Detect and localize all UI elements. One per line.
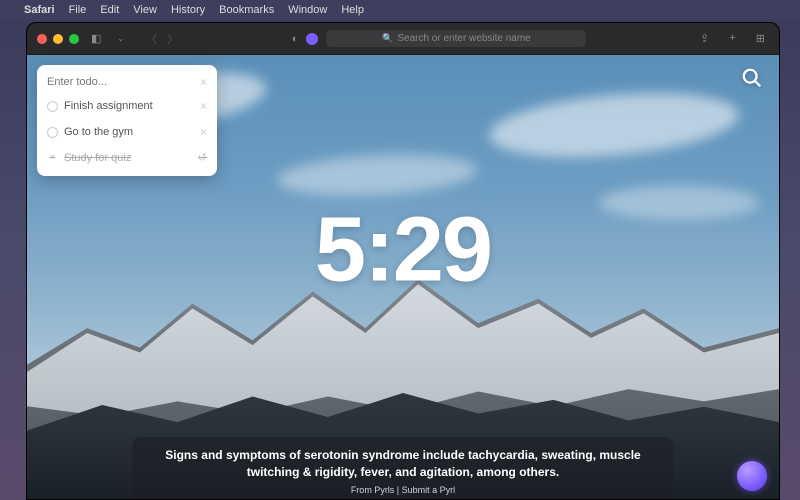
menubar-history[interactable]: History xyxy=(171,4,205,16)
address-bar[interactable]: 🔍 Search or enter website name xyxy=(326,30,586,47)
todo-checkbox-icon[interactable] xyxy=(47,101,58,112)
address-placeholder: Search or enter website name xyxy=(397,33,530,44)
todo-checkbox-icon[interactable] xyxy=(47,127,58,138)
clock-display: 5:29 xyxy=(315,198,491,303)
cloud-decoration xyxy=(487,84,741,166)
new-tab-icon[interactable]: + xyxy=(725,32,739,45)
maximize-window-button[interactable] xyxy=(69,34,79,44)
menubar-help[interactable]: Help xyxy=(341,4,364,16)
menubar-app-name[interactable]: Safari xyxy=(24,4,55,16)
forward-icon[interactable]: 〉 xyxy=(163,31,182,47)
menubar-file[interactable]: File xyxy=(69,4,87,16)
fact-panel: Signs and symptoms of serotonin syndrome… xyxy=(132,437,673,499)
chevron-down-icon[interactable]: ⌄ xyxy=(113,34,128,43)
extension-indicator-icon[interactable] xyxy=(306,33,318,45)
fact-source[interactable]: From Pyrls | Submit a Pyrl xyxy=(152,485,653,495)
menubar-edit[interactable]: Edit xyxy=(100,4,119,16)
search-icon: 🔍 xyxy=(382,33,393,44)
close-window-button[interactable] xyxy=(37,34,47,44)
todo-remove-icon[interactable]: × xyxy=(200,125,207,139)
macos-menubar: Safari File Edit View History Bookmarks … xyxy=(0,0,800,20)
cloud-decoration xyxy=(599,185,759,220)
fact-text: Signs and symptoms of serotonin syndrome… xyxy=(152,447,653,481)
privacy-shield-icon[interactable]: ◐ xyxy=(292,33,299,45)
undo-icon[interactable]: ↺ xyxy=(198,151,207,164)
safari-window: ◧ ⌄ 〈 〉 ◐ 🔍 Search or enter website name… xyxy=(26,22,780,500)
tabs-overview-icon[interactable]: ⊞ xyxy=(752,32,769,45)
todo-remove-icon[interactable]: × xyxy=(200,99,207,113)
search-icon xyxy=(741,67,763,89)
todo-item[interactable]: Finish assignment × xyxy=(37,93,217,119)
minimize-window-button[interactable] xyxy=(53,34,63,44)
menubar-bookmarks[interactable]: Bookmarks xyxy=(219,4,274,16)
sidebar-icon[interactable]: ◧ xyxy=(87,32,105,45)
todo-widget: × Finish assignment × Go to the gym × × … xyxy=(37,65,217,176)
todo-item-label: Go to the gym xyxy=(64,126,133,138)
menubar-window[interactable]: Window xyxy=(288,4,327,16)
todo-item-label: Finish assignment xyxy=(64,100,153,112)
search-button[interactable] xyxy=(741,67,763,95)
page-content: × Finish assignment × Go to the gym × × … xyxy=(27,55,779,499)
todo-done-icon[interactable]: × xyxy=(47,152,58,163)
assistant-orb-button[interactable] xyxy=(737,461,767,491)
todo-item-label: Study for quiz xyxy=(64,152,131,164)
close-icon[interactable]: × xyxy=(200,75,207,89)
menubar-view[interactable]: View xyxy=(133,4,157,16)
todo-input[interactable] xyxy=(47,76,200,88)
todo-item[interactable]: Go to the gym × xyxy=(37,119,217,145)
share-icon[interactable]: ⇪ xyxy=(696,32,713,45)
traffic-lights xyxy=(37,34,79,44)
safari-toolbar: ◧ ⌄ 〈 〉 ◐ 🔍 Search or enter website name… xyxy=(27,23,779,55)
cloud-decoration xyxy=(276,150,478,200)
back-icon[interactable]: 〈 xyxy=(142,31,161,47)
todo-item-completed[interactable]: × Study for quiz ↺ xyxy=(37,145,217,170)
